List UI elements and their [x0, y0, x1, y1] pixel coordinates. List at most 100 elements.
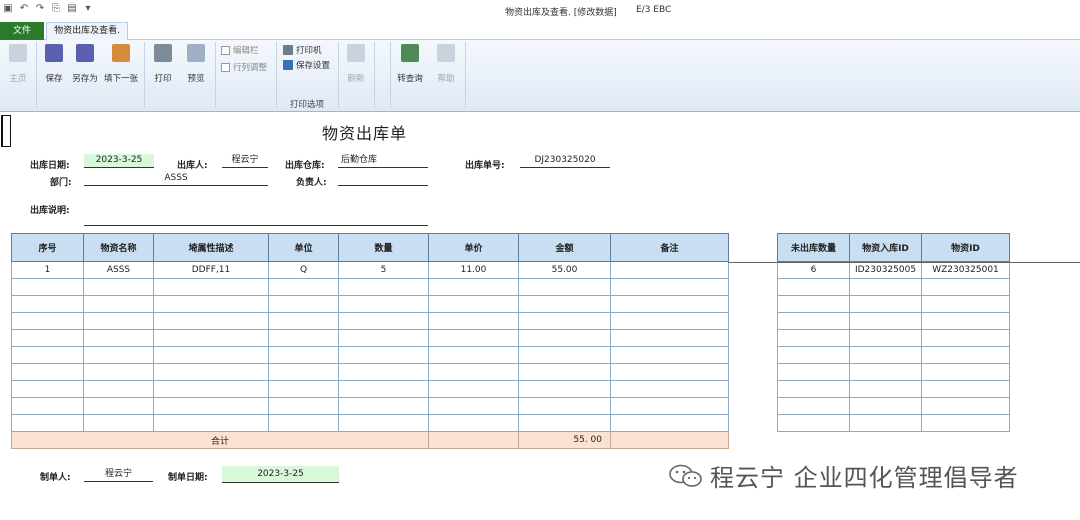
table-cell[interactable]: [777, 397, 850, 415]
table-cell[interactable]: [610, 414, 729, 432]
table-cell[interactable]: ASSS: [83, 261, 154, 279]
save-button[interactable]: 保存: [39, 44, 69, 84]
date-field[interactable]: 2023-3-25: [84, 154, 154, 168]
table-cell[interactable]: [610, 380, 729, 398]
save-settings-button[interactable]: 保存设置: [283, 59, 330, 71]
table-cell[interactable]: [83, 278, 154, 296]
col-header-amount[interactable]: 金额: [518, 233, 611, 262]
copy-icon[interactable]: ⎘: [50, 3, 62, 15]
table-cell[interactable]: [921, 363, 1010, 381]
table-cell[interactable]: [153, 363, 269, 381]
table-cell[interactable]: [11, 397, 84, 415]
table-cell[interactable]: [428, 363, 519, 381]
table-cell[interactable]: [518, 397, 611, 415]
table-cell[interactable]: [11, 346, 84, 364]
qat-dropdown-icon[interactable]: ▾: [82, 3, 94, 15]
table-cell[interactable]: ID230325005: [849, 261, 922, 279]
table-cell[interactable]: [153, 295, 269, 313]
col-header-name[interactable]: 物资名称: [83, 233, 154, 262]
table-cell[interactable]: [921, 278, 1010, 296]
table-cell[interactable]: [83, 312, 154, 330]
table-cell[interactable]: [428, 295, 519, 313]
table-cell[interactable]: [338, 346, 429, 364]
table-cell[interactable]: [610, 312, 729, 330]
warehouse-field[interactable]: 后勤仓库: [338, 154, 428, 168]
table-cell[interactable]: [610, 363, 729, 381]
table-cell[interactable]: [268, 278, 339, 296]
table-cell[interactable]: [153, 380, 269, 398]
table-cell[interactable]: [153, 346, 269, 364]
table-cell[interactable]: [777, 346, 850, 364]
table-cell[interactable]: [849, 329, 922, 347]
table-cell[interactable]: [11, 329, 84, 347]
redo-icon[interactable]: ↷: [34, 3, 46, 15]
table-cell[interactable]: [610, 278, 729, 296]
table-cell[interactable]: Q: [268, 261, 339, 279]
col-header-attribute[interactable]: 埼属性描述: [153, 233, 269, 262]
order-number-field[interactable]: DJ230325020: [520, 154, 610, 168]
table-cell[interactable]: [268, 329, 339, 347]
table-cell[interactable]: 1: [11, 261, 84, 279]
printer-setting[interactable]: 打印机: [283, 44, 322, 56]
to-query-button[interactable]: 转查询: [395, 44, 425, 84]
table-cell[interactable]: [428, 346, 519, 364]
table-cell[interactable]: [610, 295, 729, 313]
table-cell[interactable]: [849, 414, 922, 432]
table-cell[interactable]: [268, 380, 339, 398]
table-cell[interactable]: [83, 346, 154, 364]
table-cell[interactable]: [153, 312, 269, 330]
table-cell[interactable]: [153, 414, 269, 432]
save-as-button[interactable]: 另存为: [70, 44, 100, 84]
table-cell[interactable]: [153, 278, 269, 296]
table-cell[interactable]: [921, 329, 1010, 347]
table-cell[interactable]: [268, 295, 339, 313]
table-cell[interactable]: [83, 329, 154, 347]
table-cell[interactable]: [11, 363, 84, 381]
table-cell[interactable]: [338, 295, 429, 313]
table-cell[interactable]: [610, 346, 729, 364]
table-cell[interactable]: [777, 414, 850, 432]
row-col-adjust-checkbox[interactable]: 行列调整: [221, 61, 267, 73]
table-cell[interactable]: [428, 278, 519, 296]
table-cell[interactable]: [518, 312, 611, 330]
table-cell[interactable]: [777, 329, 850, 347]
table-cell[interactable]: [610, 397, 729, 415]
table-cell[interactable]: [268, 312, 339, 330]
table-cell[interactable]: [83, 380, 154, 398]
table-cell[interactable]: [849, 295, 922, 313]
table-cell[interactable]: [11, 278, 84, 296]
table-cell[interactable]: [83, 363, 154, 381]
table-cell[interactable]: [268, 346, 339, 364]
undo-icon[interactable]: ↶: [18, 3, 30, 15]
tab-file[interactable]: 文件: [0, 22, 44, 40]
table-cell[interactable]: [428, 329, 519, 347]
manager-field[interactable]: [338, 172, 428, 186]
table-cell[interactable]: [518, 414, 611, 432]
maker-field[interactable]: 程云宁: [84, 468, 153, 482]
col-header-material-id[interactable]: 物资ID: [921, 233, 1010, 262]
table-cell[interactable]: [777, 295, 850, 313]
table-cell[interactable]: [268, 414, 339, 432]
col-header-index[interactable]: 序号: [11, 233, 84, 262]
table-cell[interactable]: [921, 414, 1010, 432]
table-cell[interactable]: [518, 295, 611, 313]
table-cell[interactable]: [921, 295, 1010, 313]
table-cell[interactable]: [83, 295, 154, 313]
table-cell[interactable]: [849, 363, 922, 381]
col-header-remark[interactable]: 备注: [610, 233, 729, 262]
table-cell[interactable]: [777, 363, 850, 381]
table-cell[interactable]: [338, 363, 429, 381]
table-cell[interactable]: [268, 397, 339, 415]
table-cell[interactable]: [338, 397, 429, 415]
table-cell[interactable]: [338, 414, 429, 432]
table-cell[interactable]: [921, 312, 1010, 330]
table-cell[interactable]: [338, 278, 429, 296]
table-cell[interactable]: [518, 278, 611, 296]
col-header-price[interactable]: 单价: [428, 233, 519, 262]
tab-document[interactable]: 物资出库及查看.: [46, 22, 128, 41]
table-cell[interactable]: [921, 380, 1010, 398]
table-cell[interactable]: [11, 295, 84, 313]
col-header-inbound-id[interactable]: 物资入库ID: [849, 233, 922, 262]
table-cell[interactable]: [777, 380, 850, 398]
table-cell[interactable]: [338, 380, 429, 398]
